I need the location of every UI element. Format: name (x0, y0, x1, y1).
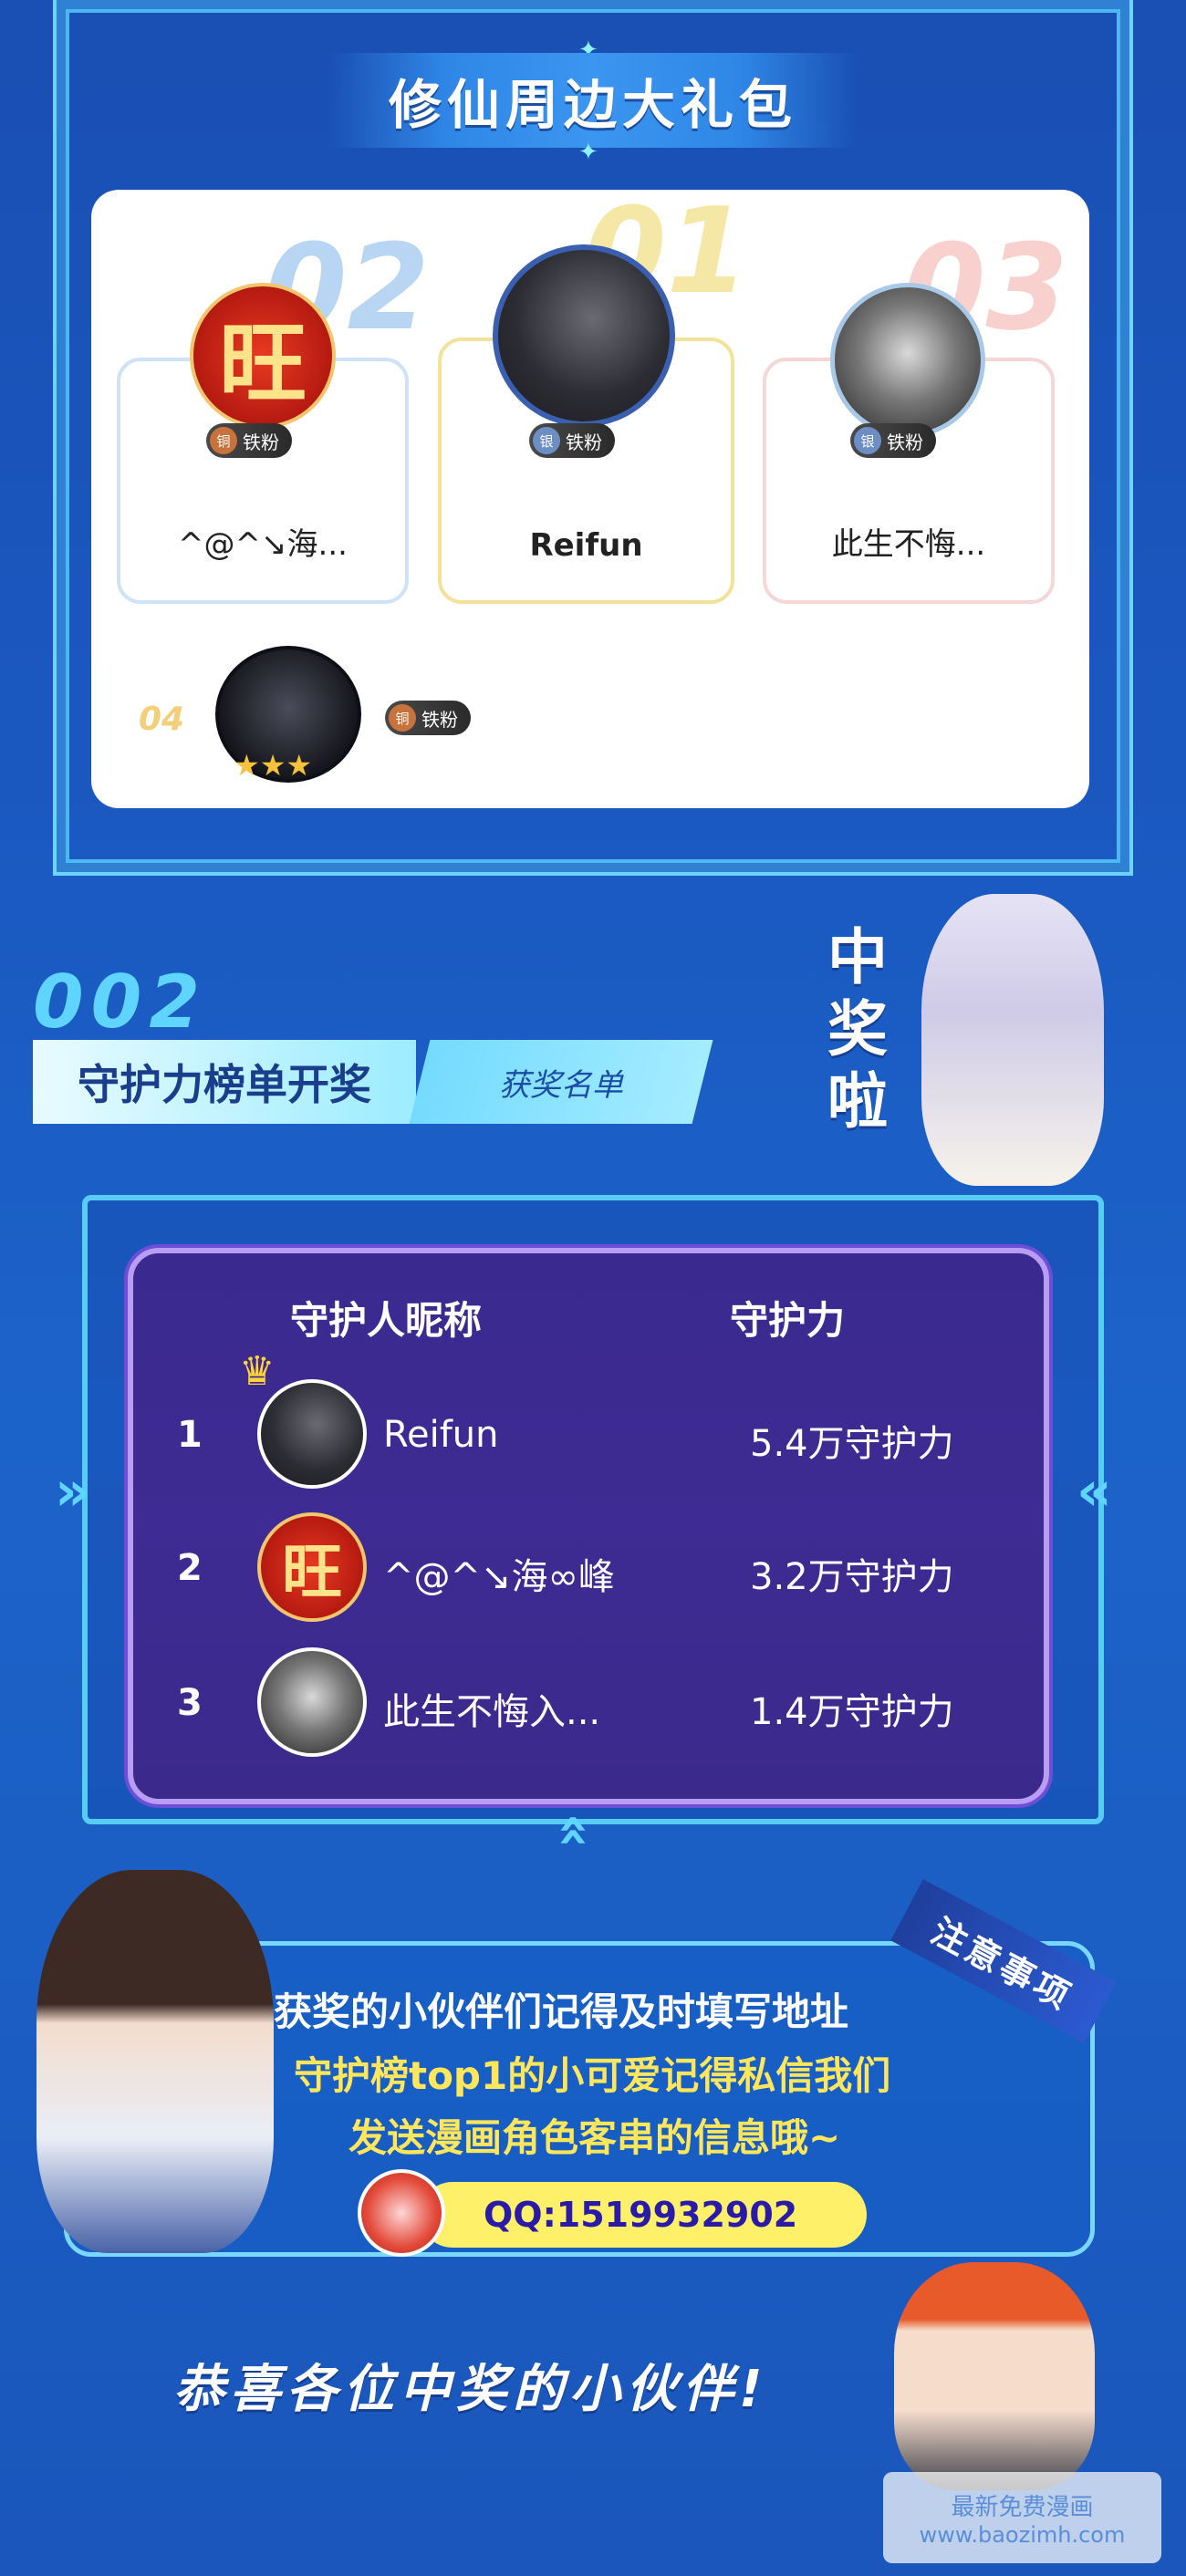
qq-logo-icon (358, 2169, 445, 2257)
fan-badge: 银 铁粉 (850, 423, 936, 458)
row-power: 5.4万守护力 (750, 1423, 954, 1465)
avatar-user-3[interactable] (257, 1647, 367, 1757)
avatar-reifun[interactable] (493, 244, 675, 427)
chibi-girl-illustration (921, 894, 1104, 1186)
rank-number-4: 04 (139, 701, 185, 738)
star-icon: ✦ (578, 139, 598, 166)
header-nickname: 守护人昵称 (290, 1298, 483, 1343)
stars-icon: ★★★ (234, 748, 313, 783)
avatar-reifun[interactable] (257, 1379, 367, 1489)
row-rank: 1 (177, 1414, 203, 1456)
row-power: 1.4万守护力 (750, 1691, 954, 1733)
guard-title-box: 守护力榜单开奖 (33, 1040, 416, 1124)
award-list-tag: 获奖名单 (409, 1040, 713, 1124)
row-name: ^@^↘海∞峰 (383, 1556, 615, 1598)
watermark: 最新免费漫画 www.baozimh.com (883, 2472, 1161, 2563)
row-rank: 3 (177, 1682, 203, 1724)
row-power: 3.2万守护力 (750, 1556, 954, 1598)
avatar-wang[interactable]: 旺 (257, 1512, 367, 1622)
gift-title-banner: 修仙周边大礼包 (328, 53, 858, 148)
gift-title: 修仙周边大礼包 (388, 74, 797, 136)
header-power: 守护力 (730, 1298, 846, 1343)
row-name: Reifun (383, 1414, 499, 1456)
notice-line-2: 守护榜top1的小可爱记得私信我们 (294, 2053, 891, 2098)
notice-line-1: 获奖的小伙伴们记得及时填写地址 (274, 1989, 849, 2034)
chevron-up-icon: » (538, 1813, 603, 1849)
notice-line-3: 发送漫画角色客串的信息哦~ (349, 2115, 841, 2160)
fan-badge: 银 铁粉 (529, 423, 615, 458)
chibi-girl-notice-illustration (36, 1870, 274, 2253)
congrats-text: 恭喜各位中奖的小伙伴! (173, 2360, 768, 2419)
rank-name-2: ^@^↘海... (178, 526, 348, 563)
rank-name-3: 此生不悔... (831, 526, 986, 563)
avatar-user-3[interactable] (830, 283, 985, 438)
chevron-left-icon: « (1077, 1459, 1112, 1523)
crown-icon: ♛ (239, 1348, 276, 1395)
row-name: 此生不悔入... (383, 1691, 601, 1733)
guard-title: 守护力榜单开奖 (78, 1060, 371, 1109)
chibi-boy-illustration (894, 2262, 1095, 2490)
chevron-right-icon: » (55, 1459, 90, 1523)
winner-text: 中 奖 啦 (827, 922, 888, 1137)
section-number: 002 (33, 960, 207, 1044)
rank-name-1: Reifun (529, 527, 643, 564)
avatar-wang[interactable]: 旺 (190, 283, 336, 429)
fan-badge: 铜 铁粉 (206, 423, 292, 458)
fan-badge: 铜 铁粉 (385, 701, 471, 735)
qq-contact[interactable]: QQ:1519932902 (420, 2182, 867, 2248)
row-rank: 2 (177, 1547, 203, 1589)
